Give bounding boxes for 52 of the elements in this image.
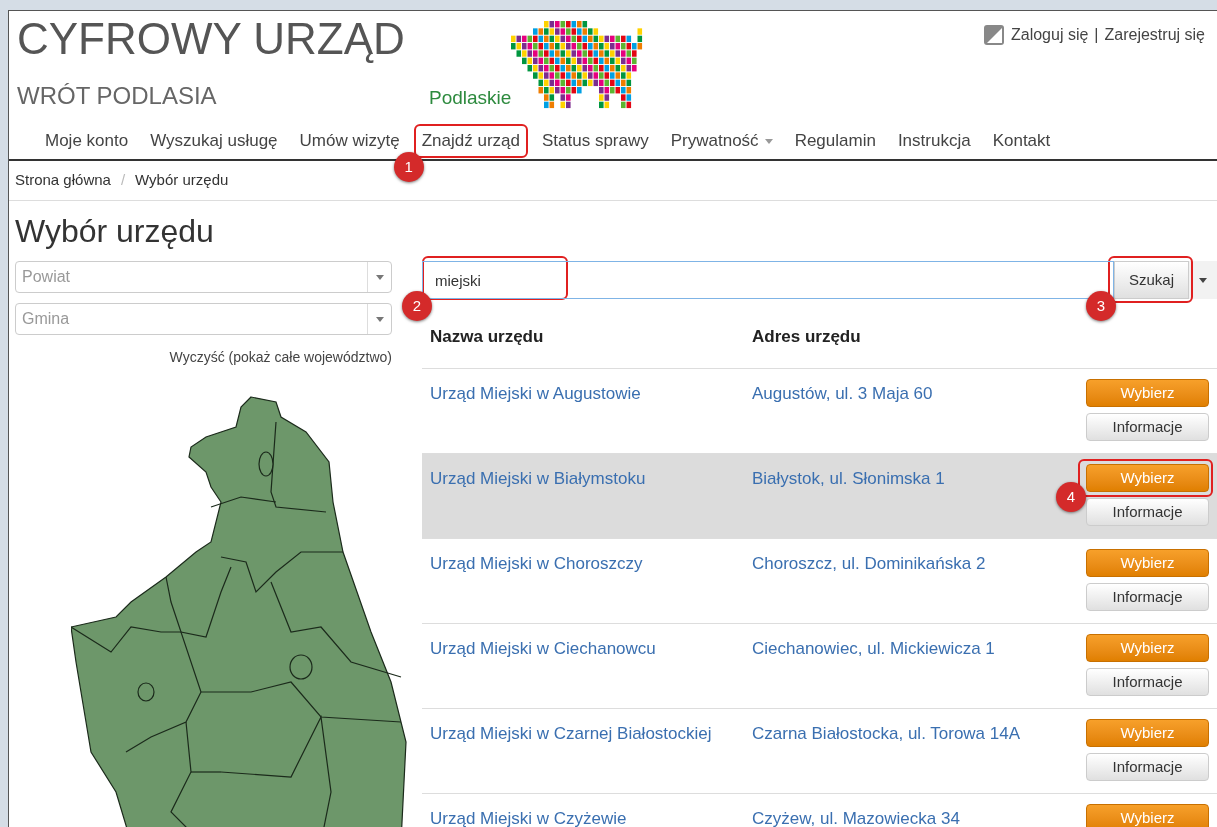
nav-link[interactable]: Status sprawy bbox=[538, 128, 653, 154]
office-name-link[interactable]: Urząd Miejski w Choroszczy bbox=[430, 554, 643, 573]
site-subtitle: WRÓT PODLASIA bbox=[17, 81, 218, 111]
nav-link[interactable]: Moje konto bbox=[41, 128, 133, 154]
nav-link[interactable]: Prywatność bbox=[666, 128, 777, 154]
callout-number: 2 bbox=[402, 291, 432, 321]
office-address-link[interactable]: Czyżew, ul. Mazowiecka 34 bbox=[752, 809, 960, 827]
column-header: Nazwa urzędu bbox=[430, 325, 545, 348]
nav-link[interactable]: Wyszukaj usługę bbox=[146, 128, 282, 154]
link-separator: | bbox=[1094, 25, 1099, 45]
breadcrumb-current: Wybór urzędu bbox=[135, 170, 229, 191]
info-button[interactable]: Informacje bbox=[1086, 753, 1209, 781]
register-link[interactable]: Zarejestruj się bbox=[1104, 23, 1205, 47]
caret-icon bbox=[375, 316, 384, 322]
office-address-link[interactable]: Choroszcz, ul. Dominikańska 2 bbox=[752, 554, 986, 573]
info-button[interactable]: Informacje bbox=[1086, 668, 1209, 696]
table-row[interactable]: Urząd Miejski w Białymstoku Białystok, ul. Słonimska 1 Wybierz 4 Informacje bbox=[422, 454, 1217, 539]
office-address-link[interactable]: Czarna Białostocka, ul. Torowa 14A bbox=[752, 724, 1021, 743]
breadcrumb-separator: / bbox=[120, 170, 126, 191]
office-name-link[interactable]: Urząd Miejski w Augustowie bbox=[430, 384, 641, 403]
site-title: CYFROWY URZĄD bbox=[17, 13, 406, 65]
info-button[interactable]: Informacje bbox=[1086, 498, 1209, 526]
nav-link[interactable]: Regulamin bbox=[790, 128, 880, 154]
office-address-link[interactable]: Augustów, ul. 3 Maja 60 bbox=[752, 384, 933, 403]
search-field[interactable]: miejski bbox=[422, 261, 1114, 299]
info-button[interactable]: Informacje bbox=[1086, 413, 1209, 441]
breadcrumb-link[interactable]: Strona główna bbox=[15, 169, 111, 192]
page-heading: Wybór urzędu bbox=[14, 212, 215, 251]
caret-icon bbox=[764, 138, 773, 144]
caret-icon bbox=[1199, 277, 1207, 283]
dropdown-button[interactable] bbox=[1189, 261, 1217, 299]
nav-link[interactable]: Instrukcja bbox=[893, 128, 975, 154]
nav-link[interactable]: Kontakt bbox=[988, 128, 1055, 154]
column-header: Adres urzędu bbox=[752, 325, 861, 348]
nav-link[interactable]: Znajdź urząd bbox=[417, 128, 524, 154]
login-link[interactable]: Zaloguj się bbox=[1011, 23, 1089, 47]
office-name-link[interactable]: Urząd Miejski w Białymstoku bbox=[430, 469, 646, 488]
office-name-link[interactable]: Urząd Miejski w Czyżewie bbox=[430, 809, 627, 827]
search-button[interactable]: Szukaj bbox=[1113, 261, 1189, 299]
office-name-link[interactable]: Urząd Miejski w Ciechanowcu bbox=[430, 639, 656, 658]
callout-number: 3 bbox=[1085, 291, 1116, 321]
nav-link[interactable]: Umów wizytę bbox=[295, 128, 404, 154]
caret-icon bbox=[375, 274, 384, 280]
office-name-link[interactable]: Urząd Miejski w Czarnej Białostockiej bbox=[430, 724, 712, 743]
callout-number: 4 bbox=[1056, 482, 1086, 512]
callout-number: 1 bbox=[393, 152, 424, 183]
info-button[interactable]: Informacje bbox=[1086, 583, 1209, 611]
office-address-link[interactable]: Białystok, ul. Słonimska 1 bbox=[752, 469, 945, 488]
logo-text: Podlaskie bbox=[429, 88, 513, 107]
clear-link[interactable]: Wyczyść (pokaż całe województwo) bbox=[169, 347, 392, 368]
login-icon bbox=[983, 24, 1005, 46]
office-address-link[interactable]: Ciechanowiec, ul. Mickiewicza 1 bbox=[752, 639, 995, 658]
